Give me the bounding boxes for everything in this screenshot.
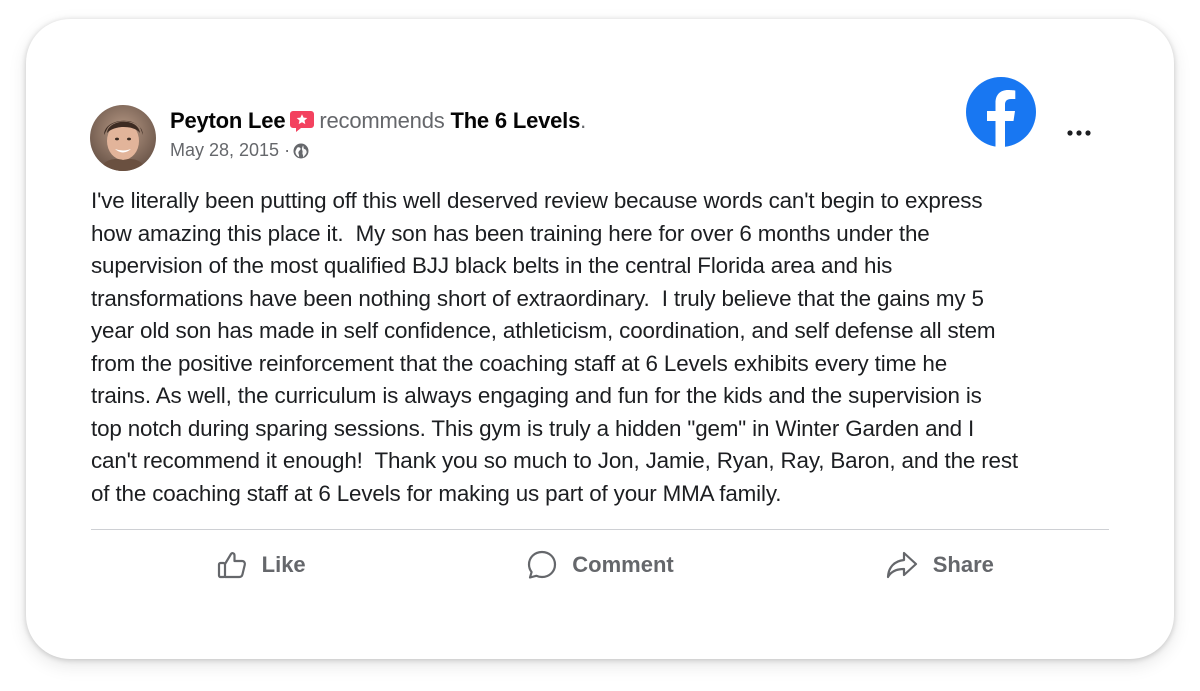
post-date-line: May 28, 2015 ·	[170, 140, 586, 161]
review-text: I've literally been putting off this wel…	[91, 188, 1018, 506]
page-name[interactable]: The 6 Levels	[450, 108, 580, 134]
comment-button[interactable]: Comment	[430, 543, 769, 587]
post-title-line: Peyton Lee recommends The 6 Levels.	[170, 108, 586, 134]
like-label: Like	[261, 552, 306, 577]
comment-label: Comment	[572, 552, 674, 577]
recommend-verb: recommends	[319, 108, 445, 133]
comment-icon	[526, 549, 558, 581]
star-badge-icon	[289, 109, 315, 133]
share-button[interactable]: Share	[770, 543, 1109, 587]
like-button[interactable]: Like	[91, 543, 430, 587]
share-icon	[885, 549, 919, 581]
post-meta: Peyton Lee recommends The 6 Levels. May …	[170, 108, 586, 161]
post-date[interactable]: May 28, 2015 ·	[170, 140, 290, 161]
globe-icon	[293, 143, 309, 159]
post-header: Peyton Lee recommends The 6 Levels. May …	[90, 105, 586, 171]
more-options-icon[interactable]	[1062, 123, 1096, 143]
action-bar: Like Comment Share	[91, 543, 1109, 587]
title-period: .	[580, 108, 587, 133]
author-avatar[interactable]	[90, 105, 156, 171]
share-label: Share	[932, 552, 994, 577]
actions-divider	[91, 529, 1109, 530]
facebook-logo-icon[interactable]	[966, 77, 1036, 147]
avatar-image	[90, 105, 156, 171]
review-card: Peyton Lee recommends The 6 Levels. May …	[26, 19, 1174, 659]
author-name[interactable]: Peyton Lee	[170, 108, 286, 134]
thumbs-up-icon	[216, 549, 248, 581]
